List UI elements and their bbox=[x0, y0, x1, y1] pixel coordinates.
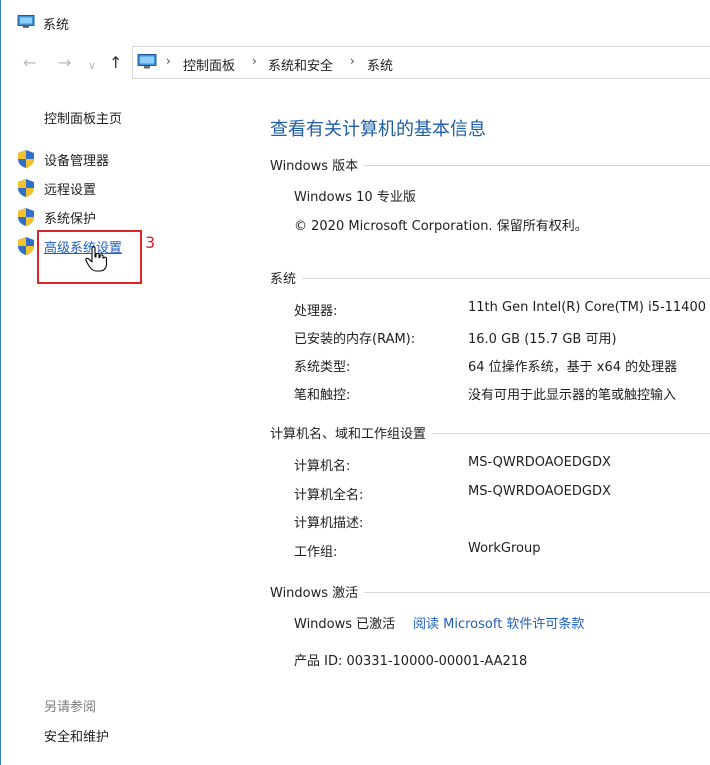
shield-icon bbox=[18, 208, 34, 226]
section-title: Windows 激活 bbox=[270, 582, 365, 601]
chevron-right-icon: › bbox=[252, 54, 257, 68]
computer-icon bbox=[17, 15, 35, 28]
activation-header: Windows 激活 bbox=[270, 582, 710, 601]
system-window: 系统 ← → ∨ ↑ › 控制面板 › 系统和安全 › 系统 控制面板主页 设备… bbox=[0, 0, 710, 765]
sidebar-item-label: 系统保护 bbox=[44, 212, 97, 227]
annotation-step-number: 3 bbox=[145, 233, 156, 252]
full-computer-name-value: MS-QWRDOAOEDGDX bbox=[468, 484, 611, 499]
breadcrumb-control-panel[interactable]: 控制面板 bbox=[183, 55, 235, 74]
title-bar: 系统 bbox=[1, 6, 710, 38]
computer-name-value: MS-QWRDOAOEDGDX bbox=[468, 455, 611, 470]
windows-edition-header: Windows 版本 bbox=[270, 155, 710, 174]
back-arrow-icon[interactable]: ← bbox=[23, 54, 36, 72]
section-title: 计算机名、域和工作组设置 bbox=[270, 423, 433, 442]
pen-touch-value: 没有可用于此显示器的笔或触控输入 bbox=[468, 388, 677, 403]
breadcrumb-system-security[interactable]: 系统和安全 bbox=[268, 55, 333, 74]
page-title: 查看有关计算机的基本信息 bbox=[270, 119, 486, 140]
section-title: 系统 bbox=[270, 268, 303, 287]
address-bar[interactable]: › 控制面板 › 系统和安全 › 系统 bbox=[132, 46, 710, 79]
security-maintenance-link[interactable]: 安全和维护 bbox=[44, 726, 109, 745]
activation-status: Windows 已激活 bbox=[294, 617, 396, 632]
product-id: 产品 ID: 00331-10000-00001-AA218 bbox=[294, 654, 528, 669]
pen-touch-label: 笔和触控: bbox=[294, 388, 351, 403]
license-terms-link[interactable]: 阅读 Microsoft 软件许可条款 bbox=[413, 613, 584, 632]
control-panel-home-link[interactable]: 控制面板主页 bbox=[44, 108, 122, 127]
processor-value: 11th Gen Intel(R) Core(TM) i5-11400 bbox=[468, 300, 706, 315]
main-content: 查看有关计算机的基本信息 Windows 版本 Windows 10 专业版 ©… bbox=[270, 86, 710, 765]
chevron-right-icon: › bbox=[166, 54, 171, 68]
chevron-right-icon: › bbox=[350, 54, 355, 68]
up-arrow-icon[interactable]: ↑ bbox=[109, 54, 122, 72]
see-also-heading: 另请参阅 bbox=[44, 700, 97, 715]
workgroup-value: WorkGroup bbox=[468, 541, 541, 556]
workgroup-label: 工作组: bbox=[294, 545, 338, 560]
shield-icon bbox=[18, 237, 34, 255]
forward-arrow-icon[interactable]: → bbox=[58, 54, 71, 72]
system-type-value: 64 位操作系统，基于 x64 的处理器 bbox=[468, 360, 678, 375]
section-divider bbox=[270, 278, 710, 279]
control-panel-icon bbox=[137, 54, 157, 69]
copyright-text: © 2020 Microsoft Corporation. 保留所有权利。 bbox=[294, 219, 588, 234]
sidebar-item-label: 远程设置 bbox=[44, 183, 97, 198]
windows-edition-text: Windows 10 专业版 bbox=[294, 190, 416, 205]
window-title: 系统 bbox=[43, 18, 70, 33]
ram-label: 已安装的内存(RAM): bbox=[294, 332, 416, 347]
breadcrumb-system[interactable]: 系统 bbox=[367, 55, 393, 74]
hand-cursor-icon bbox=[85, 246, 107, 272]
sidebar-item-label: 设备管理器 bbox=[44, 154, 110, 169]
full-computer-name-label: 计算机全名: bbox=[294, 488, 364, 503]
shield-icon bbox=[18, 150, 34, 168]
system-header: 系统 bbox=[270, 268, 710, 287]
ram-value: 16.0 GB (15.7 GB 可用) bbox=[468, 332, 617, 347]
sidebar: 控制面板主页 设备管理器 远程设置 系统保护 高级系统设置 3 另请参阅 安全和… bbox=[1, 86, 245, 765]
system-type-label: 系统类型: bbox=[294, 360, 351, 375]
computer-description-label: 计算机描述: bbox=[294, 516, 364, 531]
navigation-bar: ← → ∨ ↑ › 控制面板 › 系统和安全 › 系统 bbox=[1, 40, 710, 86]
recent-dropdown-icon[interactable]: ∨ bbox=[88, 57, 96, 75]
section-title: Windows 版本 bbox=[270, 155, 365, 174]
computer-name-header: 计算机名、域和工作组设置 bbox=[270, 423, 710, 442]
processor-label: 处理器: bbox=[294, 304, 338, 319]
computer-name-label: 计算机名: bbox=[294, 459, 351, 474]
shield-icon bbox=[18, 179, 34, 197]
